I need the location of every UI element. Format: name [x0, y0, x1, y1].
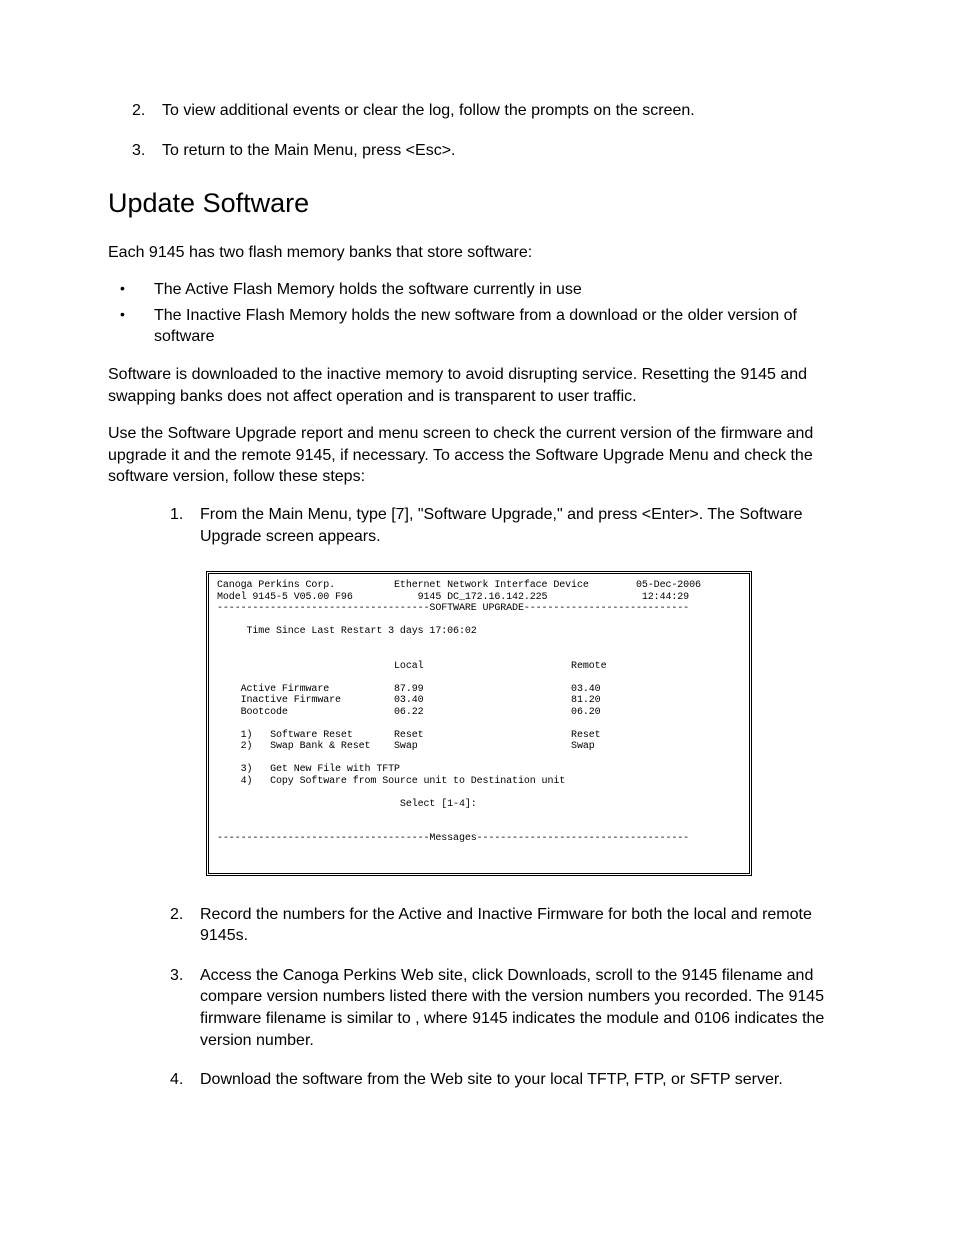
intro-paragraph: Each 9145 has two flash memory banks tha…: [108, 242, 846, 264]
step-text: Access the Canoga Perkins Web site, clic…: [200, 965, 846, 1051]
list-item: 2. To view additional events or clear th…: [108, 100, 846, 122]
paragraph: Software is downloaded to the inactive m…: [108, 364, 846, 407]
terminal-text: Canoga Perkins Corp. Ethernet Network In…: [217, 580, 741, 845]
procedure-steps-a: 1. From the Main Menu, type [7], "Softwa…: [108, 504, 846, 547]
step-number: 2.: [108, 100, 162, 122]
bullet-text: The Inactive Flash Memory holds the new …: [154, 305, 846, 348]
list-item: 3. Access the Canoga Perkins Web site, c…: [108, 965, 846, 1051]
list-item: • The Inactive Flash Memory holds the ne…: [108, 305, 846, 348]
step-number: 2.: [108, 904, 200, 947]
terminal-screenshot: Canoga Perkins Corp. Ethernet Network In…: [206, 571, 752, 876]
step-text: From the Main Menu, type [7], "Software …: [200, 504, 846, 547]
section-heading: Update Software: [108, 185, 846, 221]
procedure-steps-b: 2. Record the numbers for the Active and…: [108, 904, 846, 1091]
step-number: 3.: [108, 965, 200, 1051]
list-item: 1. From the Main Menu, type [7], "Softwa…: [108, 504, 846, 547]
step-text: Download the software from the Web site …: [200, 1069, 846, 1091]
list-item: 3. To return to the Main Menu, press <Es…: [108, 140, 846, 162]
step-text: To view additional events or clear the l…: [162, 100, 846, 122]
bullet-text: The Active Flash Memory holds the softwa…: [154, 279, 846, 301]
step-number: 3.: [108, 140, 162, 162]
list-item: 4. Download the software from the Web si…: [108, 1069, 846, 1091]
list-item: 2. Record the numbers for the Active and…: [108, 904, 846, 947]
list-item: • The Active Flash Memory holds the soft…: [108, 279, 846, 301]
step-number: 1.: [108, 504, 200, 547]
bullet-icon: •: [108, 305, 154, 348]
bullet-list: • The Active Flash Memory holds the soft…: [108, 279, 846, 348]
step-number: 4.: [108, 1069, 200, 1091]
top-continuing-steps: 2. To view additional events or clear th…: [108, 100, 846, 161]
bullet-icon: •: [108, 279, 154, 301]
paragraph: Use the Software Upgrade report and menu…: [108, 423, 846, 488]
step-text: Record the numbers for the Active and In…: [200, 904, 846, 947]
step-text: To return to the Main Menu, press <Esc>.: [162, 140, 846, 162]
